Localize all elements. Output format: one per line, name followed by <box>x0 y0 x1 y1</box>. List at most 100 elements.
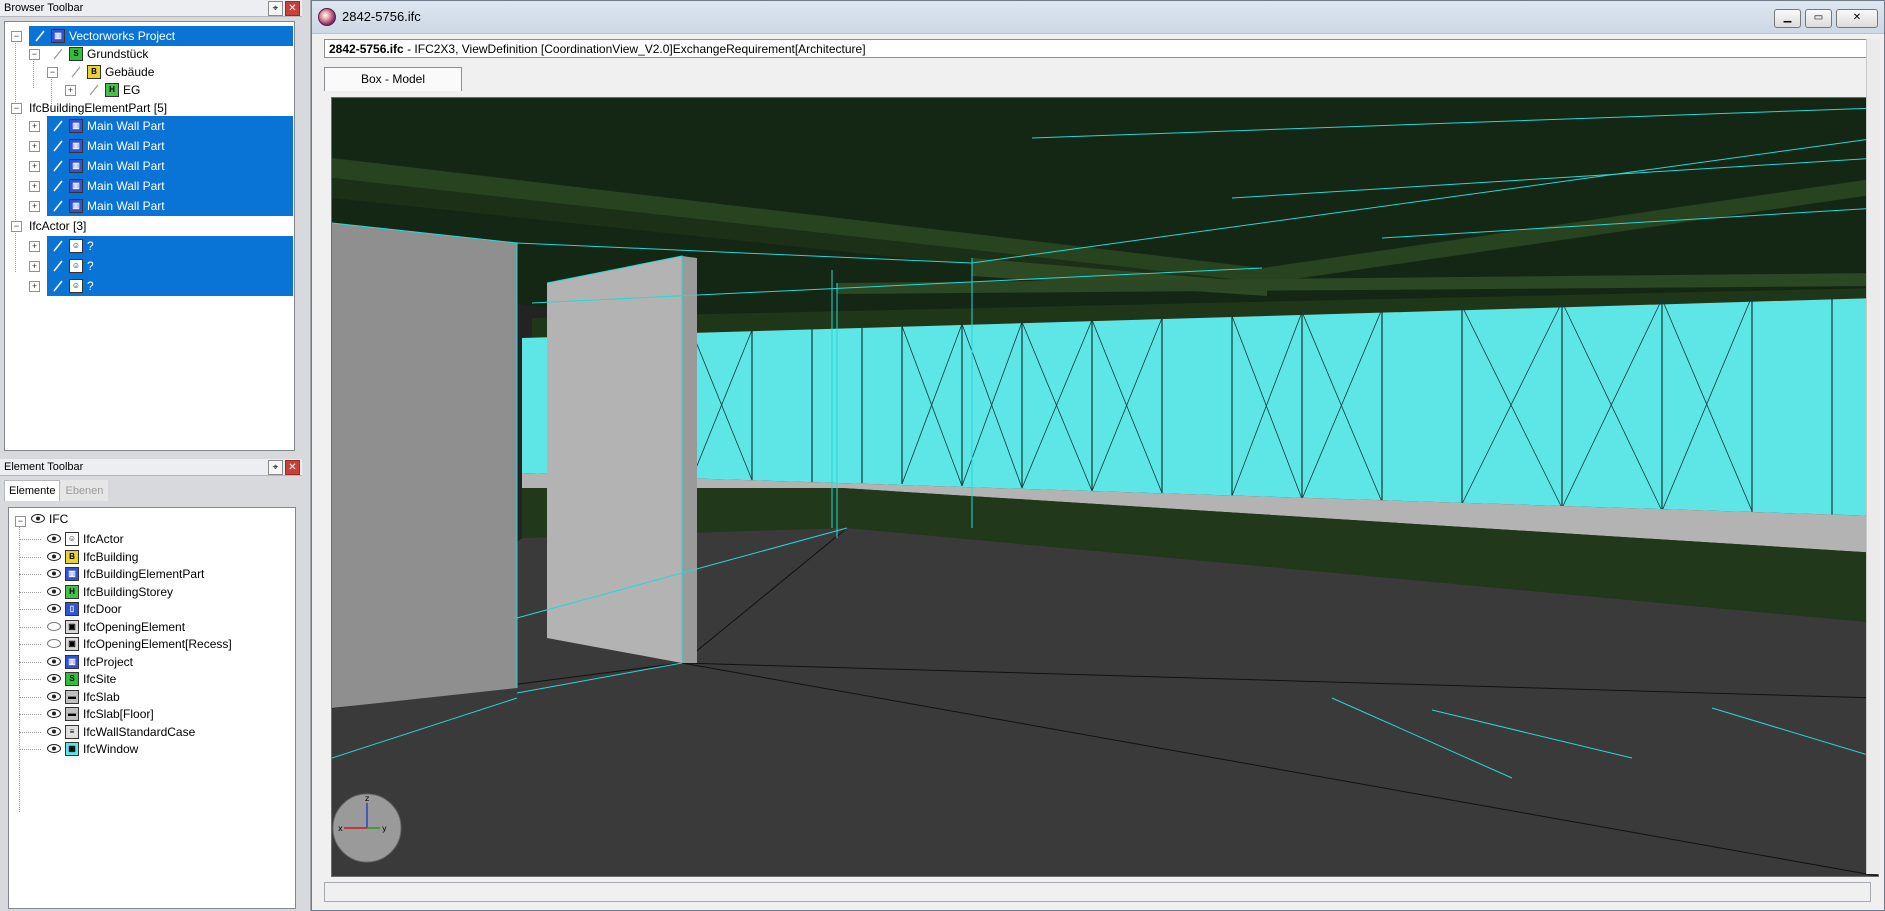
expand-icon[interactable]: + <box>29 281 40 292</box>
tree-label: Main Wall Part <box>87 199 165 213</box>
tree-label: ? <box>87 279 94 293</box>
tree-row-project[interactable]: ▥ Vectorworks Project <box>29 26 293 46</box>
eye-icon[interactable] <box>47 534 61 543</box>
storey-icon: H <box>65 584 79 599</box>
expand-icon[interactable]: + <box>29 121 40 132</box>
dock-splitter[interactable] <box>302 0 311 911</box>
element-row-ifcsite[interactable]: S IfcSite <box>9 670 289 688</box>
expand-icon[interactable]: + <box>29 181 40 192</box>
eye-icon[interactable] <box>47 551 61 561</box>
eye-icon[interactable] <box>47 604 61 613</box>
close-icon[interactable]: ✕ <box>285 460 300 475</box>
eye-icon[interactable] <box>47 569 61 578</box>
tab-ebenen[interactable]: Ebenen <box>60 480 109 501</box>
window-titlebar[interactable]: 2842-5756.ifc ▁ ▭ ✕ <box>312 1 1884 34</box>
model-filename: 2842-5756.ifc <box>329 42 404 56</box>
tree-connector <box>19 574 41 575</box>
tree-label: Vectorworks Project <box>69 29 176 43</box>
tree-group-building-element-part[interactable]: IfcBuildingElementPart [5] <box>27 98 227 118</box>
collapse-icon[interactable]: − <box>11 221 22 232</box>
element-label: IfcOpeningElement <box>83 619 186 634</box>
element-part-icon: ▥ <box>69 159 83 173</box>
element-row-ifcslab[interactable]: ▬ IfcSlab <box>9 688 289 706</box>
element-label: IfcBuildingElementPart <box>83 567 205 581</box>
tree-row-building[interactable]: B Gebäude <box>65 62 285 82</box>
expand-icon[interactable]: + <box>65 85 76 96</box>
element-row-ifcopeningelement-recess[interactable]: ▣ IfcOpeningElement[Recess] <box>9 635 289 653</box>
tree-connector <box>19 539 41 540</box>
tree-row-main-wall-part[interactable]: ▥ Main Wall Part <box>47 136 293 156</box>
slab-icon: ▬ <box>65 689 79 704</box>
expand-icon[interactable]: + <box>29 161 40 172</box>
tab-box-model[interactable]: Box - Model <box>324 67 463 91</box>
door-icon: ▯ <box>65 602 79 616</box>
element-row-ifcdoor[interactable]: ▯ IfcDoor <box>9 600 289 618</box>
tree-row-main-wall-part[interactable]: ▥ Main Wall Part <box>47 116 293 136</box>
actor-icon: ☺ <box>65 532 79 546</box>
visibility-slash-icon <box>53 280 63 292</box>
tab-elemente[interactable]: Elemente <box>4 480 61 501</box>
element-label: IfcSlab[Floor] <box>83 707 154 721</box>
expand-icon[interactable]: + <box>29 261 40 272</box>
expand-icon[interactable]: + <box>29 141 40 152</box>
close-button[interactable]: ✕ <box>1836 9 1878 28</box>
close-icon[interactable]: ✕ <box>285 1 300 16</box>
collapse-icon[interactable]: − <box>29 49 40 60</box>
3d-scene: z x y <box>332 98 1878 876</box>
eye-icon[interactable] <box>47 691 61 701</box>
collapse-icon[interactable]: − <box>15 516 26 527</box>
tree-row-main-wall-part[interactable]: ▥ Main Wall Part <box>47 196 293 216</box>
element-row-ifcwindow[interactable]: ▦ IfcWindow <box>9 740 289 758</box>
element-row-ifcbuilding[interactable]: B IfcBuilding <box>9 548 289 566</box>
partition-wall-edge <box>682 256 697 663</box>
eye-icon[interactable] <box>47 586 61 596</box>
minimize-button[interactable]: ▁ <box>1774 9 1801 28</box>
element-tree[interactable]: − IFC ☺ IfcActor B IfcBuilding ▥ IfcBuildingE… <box>8 507 296 909</box>
expand-icon[interactable]: + <box>29 241 40 252</box>
view-tabs: Box - Model <box>324 67 463 91</box>
tree-row-actor[interactable]: ☺ ? <box>47 276 293 296</box>
collapse-icon[interactable]: − <box>11 31 22 42</box>
element-label: IfcProject <box>83 654 134 669</box>
eye-closed-icon[interactable] <box>47 639 61 648</box>
element-row-ifcbuildingelementpart[interactable]: ▥ IfcBuildingElementPart <box>9 565 289 583</box>
3d-viewport[interactable]: z x y <box>331 97 1879 877</box>
element-row-ifcproject[interactable]: ▥ IfcProject <box>9 653 289 671</box>
element-label: IfcBuilding <box>83 549 139 564</box>
visibility-slash-icon <box>53 240 63 252</box>
tree-row-site[interactable]: S Grundstück <box>47 44 287 64</box>
element-row-ifcbuildingstorey[interactable]: H IfcBuildingStorey <box>9 583 289 601</box>
eye-closed-icon[interactable] <box>47 621 61 631</box>
eye-icon[interactable] <box>47 709 61 718</box>
maximize-button[interactable]: ▭ <box>1805 9 1832 28</box>
collapse-icon[interactable]: − <box>47 67 58 78</box>
expand-icon[interactable]: + <box>29 201 40 212</box>
opening-icon: ▣ <box>65 619 79 634</box>
tree-connector <box>15 36 16 272</box>
tree-row-actor[interactable]: ☺ ? <box>47 256 293 276</box>
eye-icon[interactable] <box>31 514 45 523</box>
pin-icon[interactable]: ⌖ <box>268 460 283 475</box>
pin-icon[interactable]: ⌖ <box>268 1 283 16</box>
eye-icon[interactable] <box>47 726 61 736</box>
eye-icon[interactable] <box>47 744 61 753</box>
visibility-slash-icon <box>53 120 63 132</box>
collapse-icon[interactable]: − <box>11 103 22 114</box>
element-label: IfcSite <box>83 672 117 686</box>
tree-row-main-wall-part[interactable]: ▥ Main Wall Part <box>47 156 293 176</box>
vertical-scrollbar[interactable] <box>1866 39 1880 874</box>
tree-row-main-wall-part[interactable]: ▥ Main Wall Part <box>47 176 293 196</box>
tree-group-actor[interactable]: IfcActor [3] <box>27 216 227 236</box>
element-row-ifcopeningelement[interactable]: ▣ IfcOpeningElement <box>9 618 289 636</box>
eye-icon[interactable] <box>47 674 61 683</box>
element-row-ifcslab-floor[interactable]: ▬ IfcSlab[Floor] <box>9 705 289 723</box>
eye-icon[interactable] <box>47 656 61 666</box>
element-row-ifcwallstandardcase[interactable]: ≡ IfcWallStandardCase <box>9 723 289 741</box>
tree-row-actor[interactable]: ☺ ? <box>47 236 293 256</box>
tree-connector <box>19 626 41 628</box>
element-row-ifcactor[interactable]: ☺ IfcActor <box>9 530 289 548</box>
tree-row-storey[interactable]: H EG <box>83 80 283 100</box>
site-icon: S <box>65 672 79 686</box>
visibility-slash-icon <box>71 66 81 78</box>
browser-tree[interactable]: − ▥ Vectorworks Project − S Grundstück −… <box>4 21 295 451</box>
